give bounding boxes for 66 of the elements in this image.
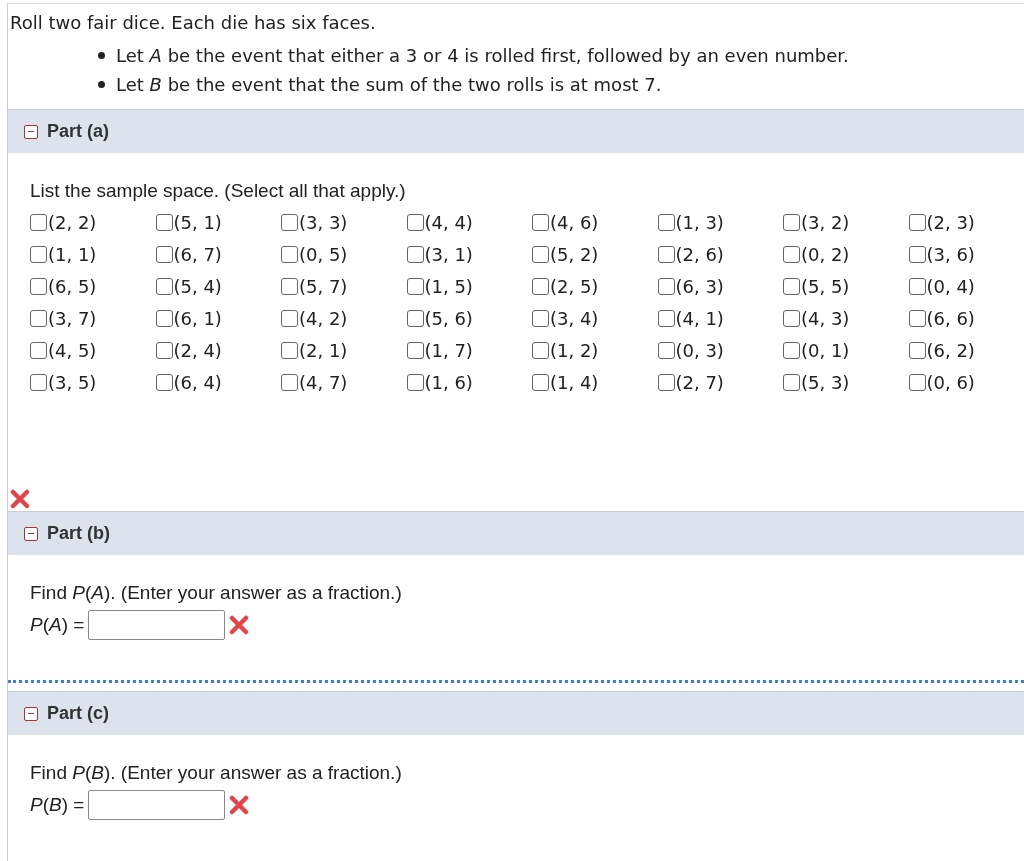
sample-option[interactable]: (6, 1) [155, 306, 281, 331]
sample-option[interactable]: (2, 1) [281, 338, 407, 363]
sample-option[interactable]: (3, 5) [30, 370, 156, 395]
sample-option[interactable]: (5, 4) [155, 274, 281, 299]
answer-label: P(B) = [30, 794, 85, 815]
answer-field[interactable] [88, 790, 226, 820]
sample-option[interactable]: (4, 6) [532, 210, 658, 235]
sample-option[interactable]: (4, 5) [30, 338, 156, 363]
sample-option[interactable]: (2, 2) [30, 210, 156, 235]
sample-option[interactable]: (5, 5) [783, 274, 909, 299]
question-prompt: List the sample space. (Select all that apply.) [30, 179, 407, 202]
sample-option[interactable]: (6, 7) [155, 242, 281, 267]
sample-option[interactable]: (1, 1) [30, 242, 156, 267]
sample-option[interactable]: (2, 5) [532, 274, 658, 299]
problem-statement: Roll two fair dice. Each die has six faces. [9, 11, 377, 35]
sample-option[interactable]: (6, 6) [908, 306, 1024, 331]
sample-option[interactable]: (3, 4) [532, 306, 658, 331]
sample-option[interactable]: (5, 7) [281, 274, 407, 299]
sample-option[interactable]: (2, 4) [155, 338, 281, 363]
sample-option[interactable]: (2, 7) [657, 370, 783, 395]
part-title: Part (a) [47, 121, 109, 142]
sample-option[interactable]: (3, 2) [783, 210, 909, 235]
question-prompt: Find P(A). (Enter your answer as a fraction.) [30, 582, 402, 603]
sample-option[interactable]: (6, 4) [155, 370, 281, 395]
sample-option[interactable]: (4, 7) [281, 370, 407, 395]
answer-field[interactable] [88, 610, 226, 640]
sample-option[interactable]: (0, 2) [783, 242, 909, 267]
sample-option[interactable]: (4, 3) [783, 306, 909, 331]
sample-option[interactable]: (0, 3) [657, 338, 783, 363]
sample-option[interactable]: (3, 7) [30, 306, 156, 331]
sample-option[interactable]: (1, 7) [406, 338, 532, 363]
sample-option[interactable]: (6, 2) [908, 338, 1024, 363]
sample-option[interactable]: (3, 6) [908, 242, 1024, 267]
sample-option[interactable]: (5, 6) [406, 306, 532, 331]
sample-option[interactable]: (5, 1) [155, 210, 281, 235]
sample-option[interactable]: (4, 4) [406, 210, 532, 235]
answer-label: P(A) = [30, 614, 85, 635]
part-title: Part (c) [47, 703, 109, 724]
sample-option[interactable]: (4, 1) [657, 306, 783, 331]
sample-option[interactable]: (3, 1) [406, 242, 532, 267]
sample-option[interactable]: (0, 1) [783, 338, 909, 363]
sample-option[interactable]: (0, 6) [908, 370, 1024, 395]
sample-option[interactable]: (1, 3) [657, 210, 783, 235]
sample-option[interactable]: (1, 5) [406, 274, 532, 299]
sample-option[interactable]: (5, 3) [783, 370, 909, 395]
sample-option[interactable]: (2, 6) [657, 242, 783, 267]
sample-option[interactable]: (0, 4) [908, 274, 1024, 299]
bullet-icon [98, 52, 105, 59]
sample-option[interactable]: (1, 4) [532, 370, 658, 395]
sample-option[interactable]: (1, 2) [532, 338, 658, 363]
sample-option[interactable]: (6, 5) [30, 274, 156, 299]
question-prompt: Find P(B). (Enter your answer as a fraction.) [30, 762, 402, 783]
collapse-icon[interactable] [24, 526, 38, 541]
sample-option[interactable]: (5, 2) [532, 242, 658, 267]
sample-option[interactable]: (2, 3) [908, 210, 1024, 235]
sample-option[interactable]: (4, 2) [281, 306, 407, 331]
sample-option[interactable]: (0, 5) [281, 242, 407, 267]
collapse-icon[interactable] [24, 706, 38, 721]
sample-option[interactable]: (1, 6) [406, 370, 532, 395]
bullet-icon [98, 81, 105, 88]
event-definition: Let A be the event that either a 3 or 4 is rolled first, followed by an even number. [116, 45, 849, 66]
sample-option[interactable]: (6, 3) [657, 274, 783, 299]
collapse-icon[interactable] [24, 124, 38, 139]
sample-option[interactable]: (3, 3) [281, 210, 407, 235]
event-definition: Let B be the event that the sum of the two rolls is at most 7. [116, 74, 662, 95]
part-title: Part (b) [47, 523, 110, 544]
